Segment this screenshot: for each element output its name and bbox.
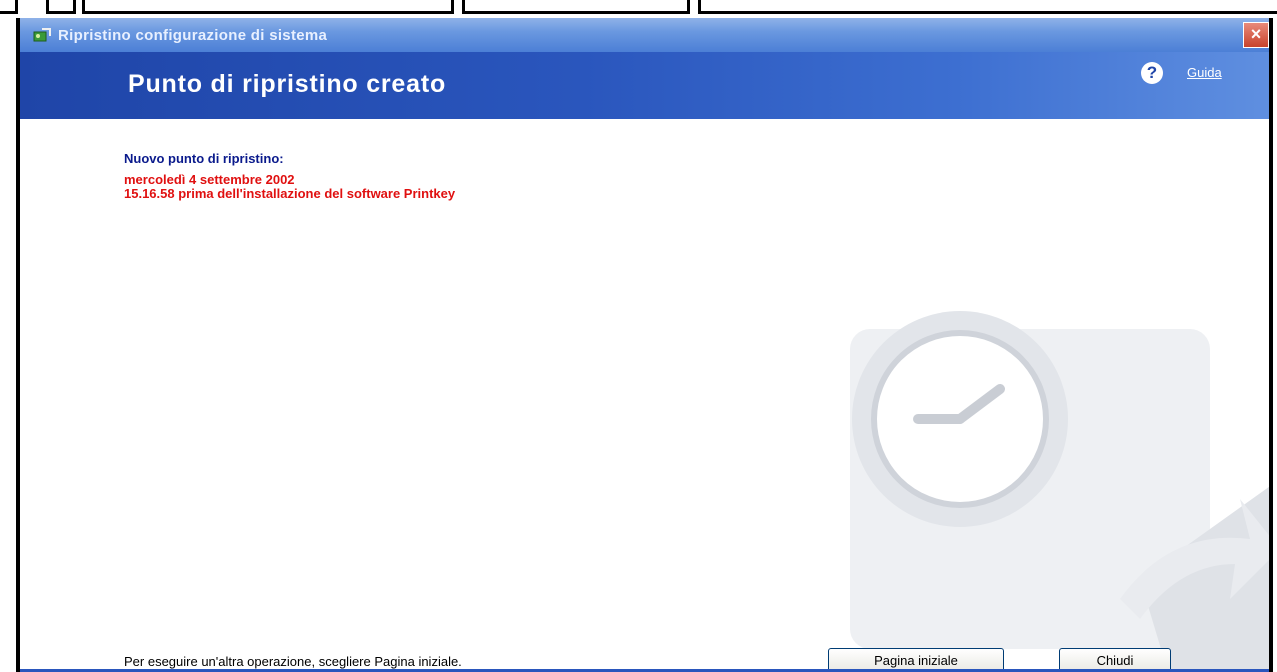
clock-watermark-icon — [850, 311, 1269, 672]
restore-point-description: 15.16.58 prima dell'installazione del so… — [124, 186, 456, 201]
help-link[interactable]: Guida — [1187, 65, 1222, 80]
restore-point-date: mercoledì 4 settembre 2002 — [124, 172, 295, 187]
toolbar-box — [462, 0, 690, 14]
new-point-label: Nuovo punto di ripristino: — [124, 151, 284, 166]
header-banner: Punto di ripristino creato ? Guida — [20, 52, 1269, 119]
instruction-text: Per eseguire un'altra operazione, scegli… — [124, 654, 462, 669]
page-title: Punto di ripristino creato — [128, 70, 447, 98]
background-toolbar-strip — [0, 0, 1277, 18]
toolbar-box — [82, 0, 454, 14]
toolbar-box — [0, 0, 18, 14]
toolbar-box — [46, 0, 76, 14]
title-bar[interactable]: Ripristino configurazione di sistema × — [20, 18, 1269, 52]
help-icon[interactable]: ? — [1141, 62, 1163, 84]
system-restore-icon — [33, 28, 51, 42]
toolbar-box — [698, 0, 1277, 14]
window-title: Ripristino configurazione di sistema — [58, 27, 328, 44]
system-restore-window: Ripristino configurazione di sistema × P… — [16, 18, 1273, 672]
close-icon[interactable]: × — [1243, 22, 1269, 48]
content-area: Nuovo punto di ripristino: mercoledì 4 s… — [20, 119, 1269, 672]
